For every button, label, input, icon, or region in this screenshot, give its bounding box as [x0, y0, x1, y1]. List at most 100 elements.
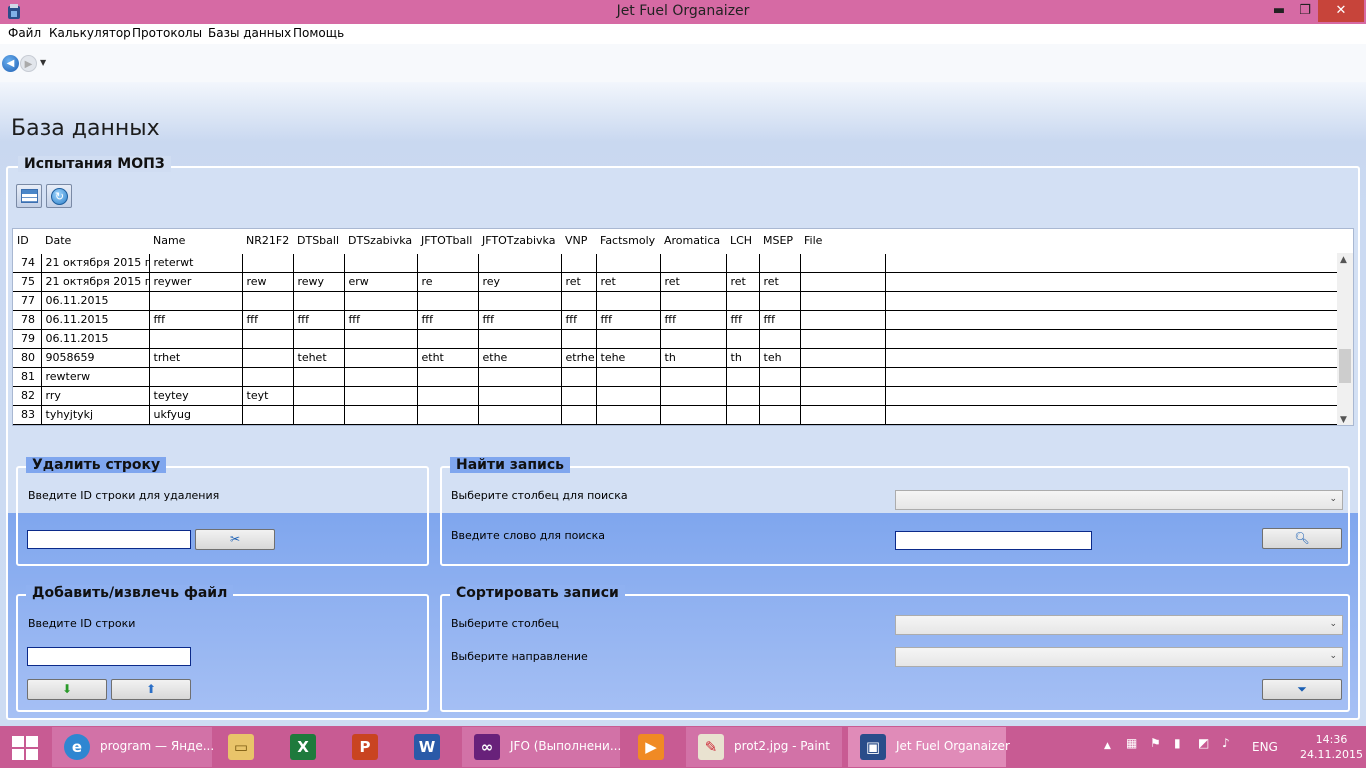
back-arrow-icon[interactable]: ◀: [2, 55, 19, 72]
table-cell[interactable]: [293, 253, 345, 273]
menu-help[interactable]: Помощь: [293, 26, 344, 40]
taskbar-item-powerpoint[interactable]: P: [340, 727, 394, 767]
table-cell[interactable]: [417, 253, 479, 273]
table-cell[interactable]: [344, 405, 418, 425]
sort-button[interactable]: ⏷: [1262, 679, 1342, 700]
table-cell[interactable]: [293, 291, 345, 311]
forward-arrow-icon[interactable]: ▶: [20, 55, 37, 72]
table-cell[interactable]: fff: [660, 310, 727, 330]
search-column-select[interactable]: ⌄: [895, 490, 1343, 510]
table-cell[interactable]: fff: [726, 310, 760, 330]
table-cell[interactable]: 9058659: [41, 348, 150, 368]
clock[interactable]: 14:36 24.11.2015: [1300, 732, 1363, 762]
table-cell[interactable]: [759, 291, 801, 311]
table-cell[interactable]: erw: [344, 272, 418, 292]
tray-network-icon[interactable]: ◩: [1198, 736, 1209, 750]
table-cell[interactable]: [660, 329, 727, 349]
table-cell[interactable]: [242, 367, 294, 387]
table-cell[interactable]: [800, 253, 886, 273]
table-cell[interactable]: [149, 291, 243, 311]
table-cell[interactable]: [344, 329, 418, 349]
menu-file[interactable]: Файл: [8, 26, 41, 40]
table-cell[interactable]: [660, 367, 727, 387]
table-cell[interactable]: 79: [13, 329, 42, 349]
table-cell[interactable]: [596, 291, 661, 311]
column-header[interactable]: MSEP: [759, 229, 800, 254]
table-cell[interactable]: [561, 253, 597, 273]
table-cell[interactable]: [660, 253, 727, 273]
menu-databases[interactable]: Базы данных: [208, 26, 291, 40]
table-cell[interactable]: fff: [344, 310, 418, 330]
column-header[interactable]: Name: [149, 229, 242, 254]
table-cell[interactable]: trhet: [149, 348, 243, 368]
table-cell[interactable]: [417, 291, 479, 311]
taskbar-item-browser[interactable]: e program — Янде...: [52, 727, 214, 767]
table-cell[interactable]: [759, 253, 801, 273]
column-header[interactable]: NR21F2: [242, 229, 293, 254]
column-header[interactable]: ID: [13, 229, 41, 254]
taskbar-item-word[interactable]: W: [402, 727, 456, 767]
table-row[interactable]: 83 tyhyjtykj ukfyug: [13, 405, 1339, 425]
search-word-input[interactable]: [895, 531, 1092, 550]
table-cell[interactable]: ethe: [478, 348, 562, 368]
table-cell[interactable]: 83: [13, 405, 42, 425]
table-cell[interactable]: 80: [13, 348, 42, 368]
table-row[interactable]: 75 21 октября 2015 г. reywer rew rewy erw re re…: [13, 272, 1339, 292]
table-cell[interactable]: [242, 253, 294, 273]
table-cell[interactable]: [759, 367, 801, 387]
table-cell[interactable]: [596, 405, 661, 425]
table-cell[interactable]: [344, 348, 418, 368]
table-cell[interactable]: [561, 386, 597, 406]
table-cell[interactable]: [726, 253, 760, 273]
table-cell[interactable]: [800, 329, 886, 349]
table-cell[interactable]: [596, 253, 661, 273]
tray-volume-icon[interactable]: ♪: [1222, 736, 1230, 750]
table-cell[interactable]: 81: [13, 367, 42, 387]
table-cell[interactable]: [293, 405, 345, 425]
taskbar-item-excel[interactable]: X: [278, 727, 332, 767]
column-header[interactable]: VNP: [561, 229, 596, 254]
table-cell[interactable]: [800, 367, 886, 387]
download-file-button[interactable]: ⬇: [27, 679, 107, 700]
table-row[interactable]: 79 06.11.2015: [13, 329, 1339, 349]
table-cell[interactable]: teytey: [149, 386, 243, 406]
table-cell[interactable]: [149, 329, 243, 349]
table-cell[interactable]: fff: [293, 310, 345, 330]
column-header[interactable]: File: [800, 229, 885, 254]
table-cell[interactable]: [478, 405, 562, 425]
column-header[interactable]: DTSball: [293, 229, 344, 254]
table-cell[interactable]: [344, 386, 418, 406]
table-cell[interactable]: [417, 329, 479, 349]
scroll-down-icon[interactable]: ▼: [1340, 415, 1347, 425]
table-cell[interactable]: [344, 253, 418, 273]
table-cell[interactable]: fff: [596, 310, 661, 330]
table-cell[interactable]: [293, 367, 345, 387]
table-cell[interactable]: [344, 291, 418, 311]
delete-id-input[interactable]: [27, 530, 191, 549]
table-cell[interactable]: th: [660, 348, 727, 368]
table-row[interactable]: 82 rry teytey teyt: [13, 386, 1339, 406]
table-cell[interactable]: [417, 386, 479, 406]
table-cell[interactable]: 74: [13, 253, 42, 273]
table-cell[interactable]: [478, 329, 562, 349]
table-cell[interactable]: 77: [13, 291, 42, 311]
table-cell[interactable]: ret: [660, 272, 727, 292]
table-cell[interactable]: [417, 405, 479, 425]
column-header[interactable]: Factsmoly: [596, 229, 660, 254]
table-cell[interactable]: [478, 367, 562, 387]
table-cell[interactable]: etrhe: [561, 348, 597, 368]
table-cell[interactable]: [242, 329, 294, 349]
table-cell[interactable]: 75: [13, 272, 42, 292]
menu-calculator[interactable]: Калькулятор: [49, 26, 131, 40]
table-cell[interactable]: [561, 329, 597, 349]
taskbar-item-paint[interactable]: ✎ prot2.jpg - Paint: [686, 727, 842, 767]
refresh-button[interactable]: ↻: [46, 184, 72, 208]
table-cell[interactable]: rewterw: [41, 367, 150, 387]
start-button[interactable]: [12, 736, 38, 760]
table-cell[interactable]: [344, 367, 418, 387]
table-cell[interactable]: [242, 348, 294, 368]
table-cell[interactable]: [596, 329, 661, 349]
table-cell[interactable]: tehet: [293, 348, 345, 368]
table-cell[interactable]: fff: [478, 310, 562, 330]
search-button[interactable]: 🔍︎: [1262, 528, 1342, 549]
